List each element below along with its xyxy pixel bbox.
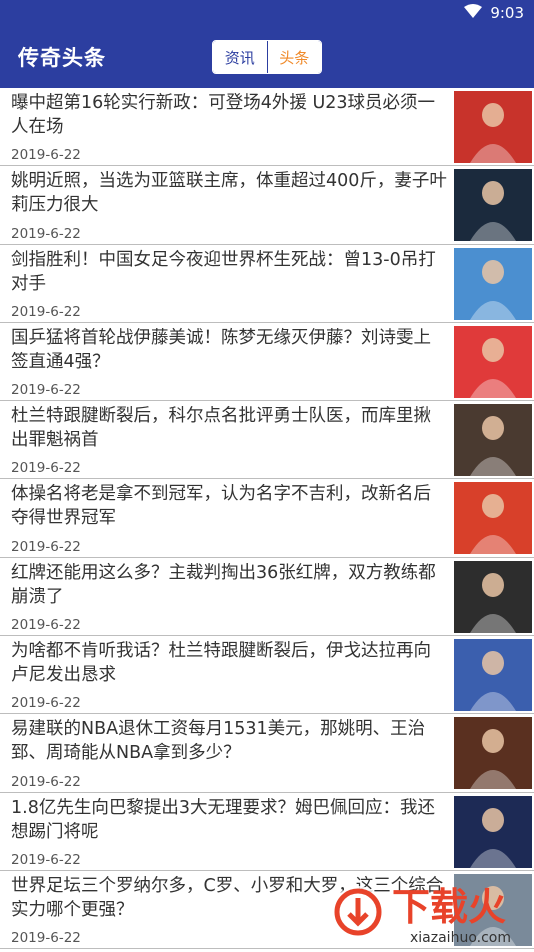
- article-title: 易建联的NBA退休工资每月1531美元，那姚明、王治郅、周琦能从NBA拿到多少？: [11, 719, 426, 764]
- status-time: 9:03: [490, 4, 524, 22]
- article-row[interactable]: 姚明近照，当选为亚篮联主席，体重超过400斤，妻子叶莉压力很大 2019-6-22: [0, 166, 534, 245]
- status-icons: 9:03: [464, 4, 524, 22]
- tab-switcher: 资讯 头条: [212, 40, 322, 74]
- article-date: 2019-6-22: [11, 382, 81, 399]
- app-bar: 传奇头条 资讯 头条: [0, 28, 534, 88]
- table-tennis-photo: [454, 325, 532, 398]
- article-title: 世界足坛三个罗纳尔多，C罗、小罗和大罗，这三个综合实力哪个更强？: [11, 875, 444, 920]
- article-date: 2019-6-22: [11, 617, 81, 634]
- wifi-icon: [464, 4, 483, 22]
- article-row[interactable]: 1.8亿先生向巴黎提出3大无理要求？姆巴佩回应：我还想踢门将呢 2019-6-22: [0, 793, 534, 871]
- app-title: 传奇头条: [18, 46, 106, 70]
- article-row[interactable]: 剑指胜利！中国女足今夜迎世界杯生死战：曾13-0吊打对手 2019-6-22: [0, 245, 534, 323]
- article-date: 2019-6-22: [11, 773, 81, 790]
- soccer-player-photo: [454, 795, 532, 868]
- article-title: 红牌还能用这么多？主裁判掏出36张红牌，双方教练都崩溃了: [11, 562, 436, 607]
- article-date: 2019-6-22: [11, 460, 81, 477]
- status-bar: 9:03: [0, 0, 534, 28]
- basketball-photo: [454, 639, 532, 712]
- article-list: 曝中超第16轮实行新政：可登场4外援 U23球员必须一人在场 2019-6-22 姚…: [0, 88, 534, 949]
- article-title: 曝中超第16轮实行新政：可登场4外援 U23球员必须一人在场: [11, 93, 436, 137]
- tab-news[interactable]: 资讯: [213, 41, 268, 73]
- gymnast-photo: [454, 482, 532, 555]
- article-row[interactable]: 曝中超第16轮实行新政：可登场4外援 U23球员必须一人在场 2019-6-22: [0, 88, 534, 167]
- basketball-photo: [454, 717, 532, 790]
- article-row[interactable]: 世界足坛三个罗纳尔多，C罗、小罗和大罗，这三个综合实力哪个更强？ 2019-6-2…: [0, 871, 534, 949]
- article-date: 2019-6-22: [11, 225, 81, 242]
- article-title: 国乒猛将首轮战伊藤美诚！陈梦无缘灭伊藤？刘诗雯上签直通4强？: [11, 327, 431, 372]
- article-date: 2019-6-22: [11, 147, 81, 164]
- article-title: 剑指胜利！中国女足今夜迎世界杯生死战：曾13-0吊打对手: [11, 249, 436, 294]
- article-row[interactable]: 体操名将老是拿不到冠军，认为名字不吉利，改新名后夺得世界冠军 2019-6-22: [0, 479, 534, 558]
- article-row[interactable]: 国乒猛将首轮战伊藤美诚！陈梦无缘灭伊藤？刘诗雯上签直通4强？ 2019-6-22: [0, 323, 534, 402]
- article-title: 1.8亿先生向巴黎提出3大无理要求？姆巴佩回应：我还想踢门将呢: [11, 797, 435, 842]
- basketball-photo: [454, 404, 532, 477]
- soccer-match-photo: [454, 247, 532, 320]
- article-date: 2019-6-22: [11, 851, 81, 868]
- article-date: 2019-6-22: [11, 303, 81, 320]
- article-row[interactable]: 红牌还能用这么多？主裁判掏出36张红牌，双方教练都崩溃了 2019-6-22: [0, 558, 534, 637]
- tab-headlines[interactable]: 头条: [267, 41, 321, 73]
- article-row[interactable]: 为啥都不肯听我话？杜兰特跟腱断裂后，伊戈达拉再向卢尼发出恳求 2019-6-22: [0, 636, 534, 715]
- article-title: 杜兰特跟腱断裂后，科尔点名批评勇士队医，而库里揪出罪魁祸首: [11, 406, 431, 451]
- soccer-player-photo: [454, 873, 532, 946]
- article-title: 体操名将老是拿不到冠军，认为名字不吉利，改新名后夺得世界冠军: [11, 484, 431, 529]
- article-date: 2019-6-22: [11, 695, 81, 712]
- article-row[interactable]: 易建联的NBA退休工资每月1531美元，那姚明、王治郅、周琦能从NBA拿到多少？…: [0, 714, 534, 793]
- article-date: 2019-6-22: [11, 930, 81, 947]
- referee-photo: [454, 560, 532, 633]
- soccer-team-photo: [454, 91, 532, 163]
- article-title: 姚明近照，当选为亚篮联主席，体重超过400斤，妻子叶莉压力很大: [11, 171, 447, 216]
- article-date: 2019-6-22: [11, 538, 81, 555]
- portrait-photo: [454, 169, 532, 242]
- article-title: 为啥都不肯听我话？杜兰特跟腱断裂后，伊戈达拉再向卢尼发出恳求: [11, 641, 431, 686]
- article-row[interactable]: 杜兰特跟腱断裂后，科尔点名批评勇士队医，而库里揪出罪魁祸首 2019-6-22: [0, 401, 534, 480]
